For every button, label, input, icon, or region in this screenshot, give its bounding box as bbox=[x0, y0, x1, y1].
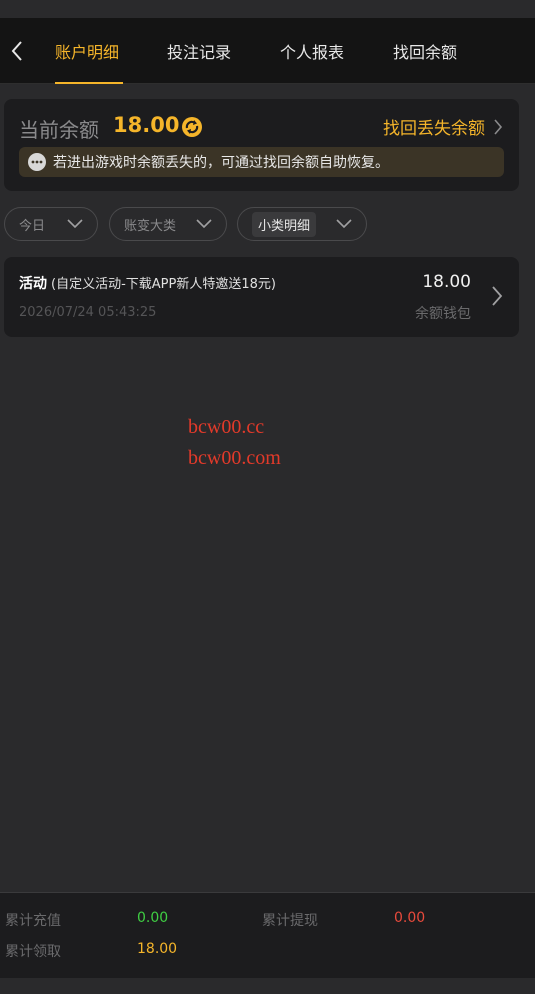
filter-date[interactable]: 今日 bbox=[4, 207, 98, 241]
tab-label: 找回余额 bbox=[393, 43, 458, 62]
chevron-down-icon bbox=[67, 219, 83, 229]
tab-account-details[interactable]: 账户明细 bbox=[55, 18, 123, 84]
recover-lost-balance-label: 找回丢失余额 bbox=[383, 119, 485, 139]
chevron-right-icon bbox=[492, 286, 503, 306]
record-title: 活动 (自定义活动-下载APP新人特邀送18元) bbox=[19, 273, 276, 293]
balance-value: 18.00 bbox=[113, 113, 180, 137]
tab-bet-records[interactable]: 投注记录 bbox=[167, 18, 231, 84]
total-deposit-label: 累计充值 bbox=[5, 913, 61, 929]
record-amount: 18.00 bbox=[422, 272, 471, 292]
status-bar bbox=[0, 0, 535, 18]
tab-label: 账户明细 bbox=[55, 43, 120, 62]
watermark: bcw00.cc bcw00.com bbox=[188, 412, 281, 474]
balance-notice: 若进出游戏时余额丢失的，可通过找回余额自助恢复。 bbox=[19, 147, 504, 177]
balance-label: 当前余额 bbox=[19, 118, 99, 142]
total-claimed-value: 18.00 bbox=[137, 941, 178, 957]
filter-sub-category-value: 小类明细 bbox=[252, 211, 317, 237]
total-claimed-label: 累计领取 bbox=[5, 944, 61, 960]
chevron-down-icon bbox=[196, 219, 212, 229]
back-button[interactable] bbox=[6, 37, 28, 65]
chevron-down-icon bbox=[336, 219, 352, 229]
list-item[interactable]: 活动 (自定义活动-下载APP新人特邀送18元) 2026/07/24 05:43… bbox=[4, 257, 519, 337]
recover-lost-balance-link[interactable]: 找回丢失余额 bbox=[383, 114, 503, 139]
watermark-line: bcw00.cc bbox=[188, 416, 265, 438]
refresh-icon[interactable] bbox=[181, 116, 203, 138]
chevron-left-icon bbox=[11, 41, 22, 61]
filter-main-category-value: 账变大类 bbox=[124, 218, 177, 234]
filter-sub-category[interactable]: 小类明细 bbox=[237, 207, 367, 241]
total-deposit-value: 0.00 bbox=[137, 910, 169, 926]
filter-date-value: 今日 bbox=[19, 218, 46, 234]
tab-label: 个人报表 bbox=[280, 43, 345, 62]
total-withdraw-value: 0.00 bbox=[394, 910, 426, 926]
tab-recover-balance[interactable]: 找回余额 bbox=[393, 18, 457, 84]
notice-text: 若进出游戏时余额丢失的，可通过找回余额自助恢复。 bbox=[53, 155, 389, 171]
top-nav: 账户明细 投注记录 个人报表 找回余额 bbox=[0, 18, 535, 84]
record-detail: (自定义活动-下载APP新人特邀送18元) bbox=[51, 277, 276, 292]
filter-main-category[interactable]: 账变大类 bbox=[109, 207, 227, 241]
bottom-strip bbox=[0, 978, 535, 994]
tab-personal-report[interactable]: 个人报表 bbox=[280, 18, 344, 84]
watermark-line: bcw00.com bbox=[188, 447, 281, 469]
message-icon bbox=[28, 153, 46, 171]
total-withdraw-label: 累计提现 bbox=[262, 913, 318, 929]
record-datetime: 2026/07/24 05:43:25 bbox=[19, 305, 157, 320]
chevron-right-icon bbox=[494, 118, 503, 135]
summary-footer: 累计充值 0.00 累计提现 0.00 累计领取 18.00 bbox=[0, 892, 535, 978]
balance-card: 当前余额 18.00 找回丢失余额 若进出游戏时余额丢失的，可通过找回余额自助恢… bbox=[4, 99, 519, 191]
record-wallet: 余额钱包 bbox=[415, 306, 471, 322]
tab-label: 投注记录 bbox=[167, 43, 232, 62]
tab-active-underline bbox=[55, 82, 123, 84]
record-type: 活动 bbox=[19, 276, 47, 292]
